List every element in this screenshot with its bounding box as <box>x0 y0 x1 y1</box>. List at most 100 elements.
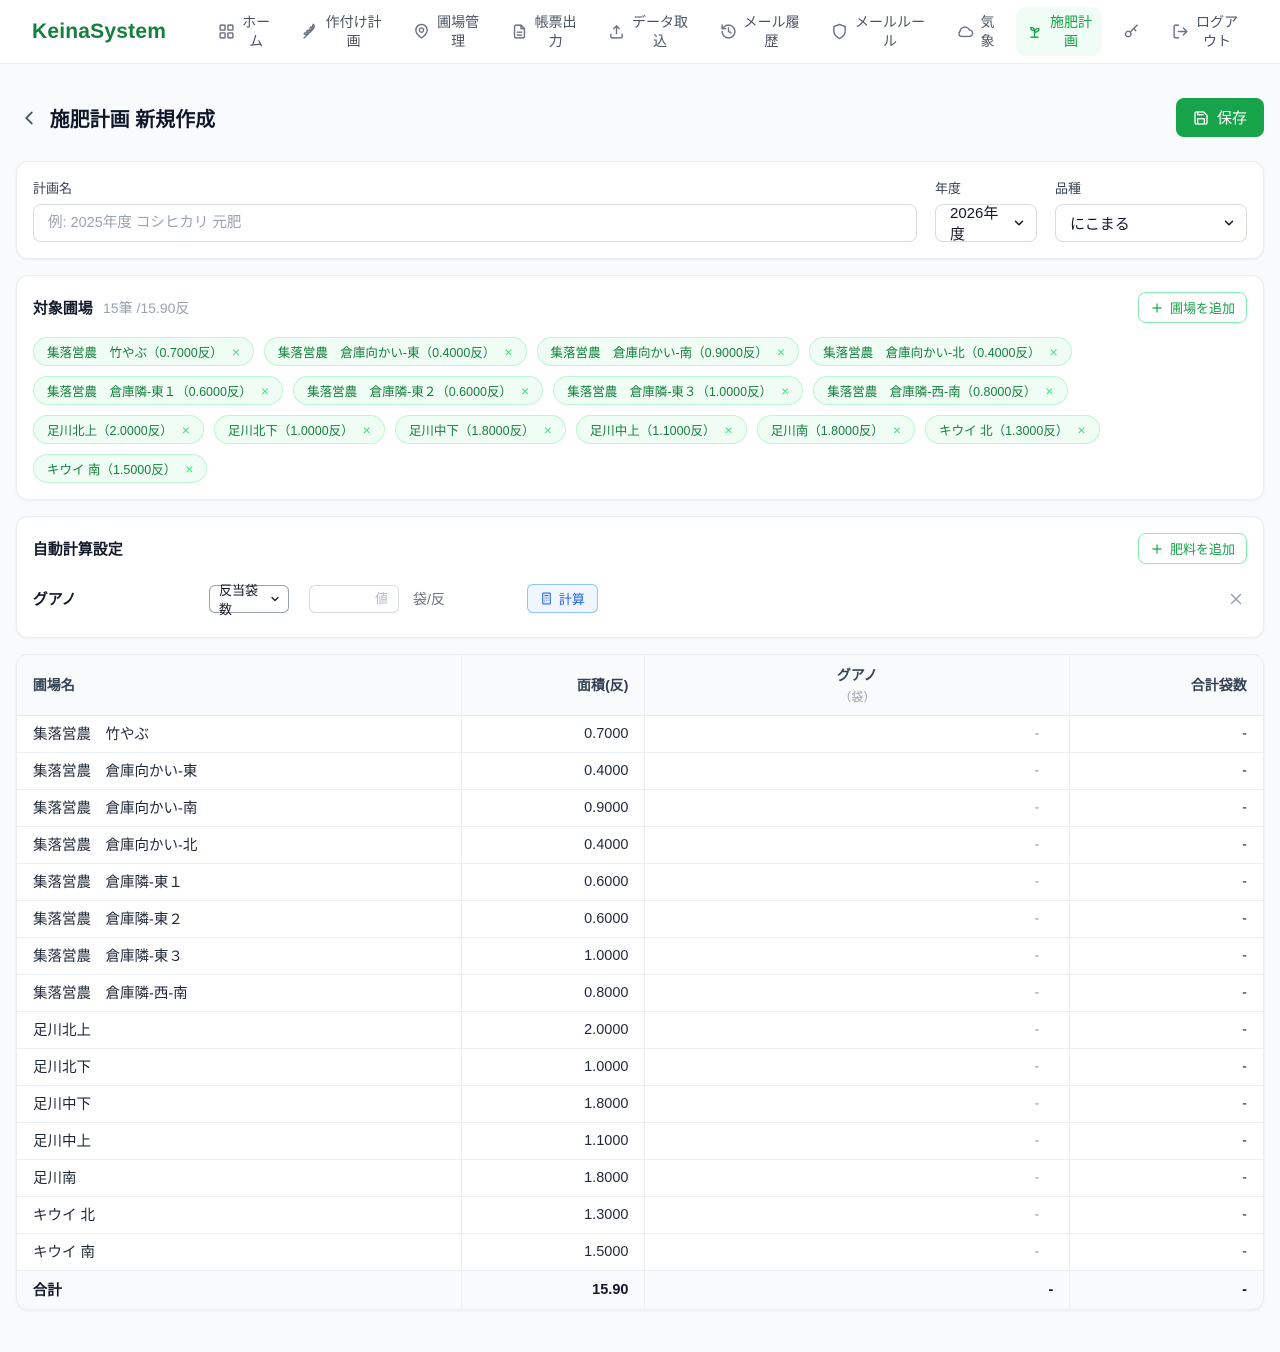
total-area: 15.90 <box>461 1270 645 1309</box>
nav-item-field-management[interactable]: 圃場管 理 <box>403 7 489 55</box>
cell-total-bags: - <box>1069 826 1263 864</box>
cell-total-bags: - <box>1069 974 1263 1012</box>
add-field-button-label: 圃場を追加 <box>1169 301 1235 316</box>
field-chip-label: 集落営農 倉庫隣-東３（1.0000反） <box>567 385 773 399</box>
nav-item-data-import[interactable]: データ取 込 <box>598 7 698 55</box>
year-select[interactable]: 2026年度 <box>935 204 1037 243</box>
chevron-down-icon <box>269 593 281 605</box>
chip-remove-icon[interactable]: × <box>182 423 190 437</box>
table-row: 足川北下 1.0000 - - <box>17 1048 1263 1086</box>
chip-remove-icon[interactable]: × <box>777 345 785 359</box>
nav-item-report-output[interactable]: 帳票出 力 <box>501 7 587 55</box>
calc-value-input[interactable] <box>309 584 399 613</box>
table-row: 足川中下 1.8000 - - <box>17 1085 1263 1123</box>
cell-field-name: キウイ 南 <box>17 1233 462 1271</box>
chip-remove-icon[interactable]: × <box>504 345 512 359</box>
save-button-label: 保存 <box>1216 110 1247 127</box>
plan-name-input[interactable] <box>33 204 917 242</box>
field-chip: 足川南（1.8000反） × <box>756 415 916 444</box>
nav-item-planting-plan[interactable]: 作付け計 画 <box>292 7 392 55</box>
chip-remove-icon[interactable]: × <box>893 423 901 437</box>
nav-item-mail-history[interactable]: メール履 歴 <box>710 7 810 55</box>
chip-remove-icon[interactable]: × <box>1045 384 1053 398</box>
cell-total-bags: - <box>1069 715 1263 753</box>
cell-area: 1.8000 <box>461 1085 645 1123</box>
field-chip-label: 足川中上（1.1000反） <box>589 424 716 438</box>
chip-remove-icon[interactable]: × <box>725 423 733 437</box>
field-chip-label: キウイ 北（1.3000反） <box>939 424 1069 438</box>
plan-name-label: 計画名 <box>33 181 73 196</box>
upload-icon <box>608 23 625 40</box>
cell-field-name: キウイ 北 <box>17 1196 462 1234</box>
table-row: 足川南 1.8000 - - <box>17 1159 1263 1197</box>
total-fertilizer: - <box>644 1270 1070 1309</box>
calculator-icon <box>540 592 553 605</box>
field-chip-label: 集落営農 倉庫隣-東１（0.6000反） <box>47 385 252 399</box>
cell-area: 0.7000 <box>461 715 645 753</box>
field-chip-label: 集落営農 倉庫向かい-北（0.4000反） <box>823 346 1041 360</box>
field-chip-label: 集落営農 竹やぶ（0.7000反） <box>47 346 223 360</box>
table-header-row: 圃場名 面積(反) グアノ （袋） 合計袋数 <box>17 655 1263 716</box>
table-row: 足川中上 1.1000 - - <box>17 1122 1263 1160</box>
page-title: 施肥計画 新規作成 <box>50 109 216 131</box>
save-button[interactable]: 保存 <box>1175 98 1264 137</box>
add-fertilizer-button[interactable]: 肥料を追加 <box>1137 533 1247 564</box>
cell-field-name: 足川中下 <box>17 1085 462 1123</box>
nav-item-home[interactable]: ホー ム <box>208 7 280 55</box>
chip-remove-icon[interactable]: × <box>781 384 789 398</box>
field-chip: キウイ 南（1.5000反） × <box>33 454 208 483</box>
nav-item-fertilization-plan[interactable]: 施肥計 画 <box>1015 7 1102 56</box>
wheat-icon <box>302 23 319 40</box>
field-chip-label: 集落営農 倉庫向かい-東（0.4000反） <box>277 346 496 360</box>
calc-mode-select[interactable]: 反当袋数 <box>209 583 289 617</box>
fields-table-card: 圃場名 面積(反) グアノ （袋） 合計袋数 集落営農 竹やぶ 0.7000 -… <box>16 654 1264 1310</box>
chip-remove-icon[interactable]: × <box>521 384 529 398</box>
chip-remove-icon[interactable]: × <box>363 423 371 437</box>
log-out-icon <box>1172 23 1189 40</box>
auto-calc-title: 自動計算設定 <box>33 541 124 558</box>
chip-remove-icon[interactable]: × <box>1050 345 1058 359</box>
cell-total-bags: - <box>1069 1011 1263 1049</box>
cell-fertilizer-bags: - <box>644 1159 1070 1197</box>
table-row: キウイ 北 1.3000 - - <box>17 1196 1263 1234</box>
field-chip: 足川北上（2.0000反） × <box>33 415 204 444</box>
cell-field-name: 足川北下 <box>17 1048 462 1086</box>
column-header-area: 面積(反) <box>461 655 645 716</box>
cell-field-name: 集落営農 倉庫隣-東１ <box>17 863 462 901</box>
cloud-icon <box>957 23 974 40</box>
chip-remove-icon[interactable]: × <box>261 384 269 398</box>
nav-item-label: 施肥計 画 <box>1049 14 1092 49</box>
remove-fertilizer-icon[interactable] <box>1225 588 1247 610</box>
nav-item-label: 作付け計 画 <box>325 14 382 49</box>
cell-total-bags: - <box>1069 1122 1263 1160</box>
auto-calc-card: 自動計算設定 肥料を追加 グアノ 反当袋数 袋/反 <box>16 516 1264 638</box>
table-row: 集落営農 倉庫向かい-南 0.9000 - - <box>17 789 1263 827</box>
nav-item-logout[interactable]: ログア ウト <box>1162 7 1248 55</box>
chip-remove-icon[interactable]: × <box>185 462 193 476</box>
chip-remove-icon[interactable]: × <box>544 423 552 437</box>
shield-icon <box>831 23 848 40</box>
add-field-button[interactable]: 圃場を追加 <box>1137 292 1247 323</box>
cell-area: 0.8000 <box>461 974 645 1012</box>
field-chip-label: キウイ 南（1.5000反） <box>47 463 177 477</box>
chip-remove-icon[interactable]: × <box>1077 423 1085 437</box>
nav-item-key[interactable] <box>1113 17 1150 46</box>
cell-area: 1.8000 <box>461 1159 645 1197</box>
cell-field-name: 足川北上 <box>17 1011 462 1049</box>
nav-item-weather[interactable]: 気 象 <box>947 7 1005 55</box>
field-chip: 足川中下（1.8000反） × <box>394 415 566 444</box>
table-row: キウイ 南 1.5000 - - <box>17 1233 1263 1271</box>
variety-label: 品種 <box>1055 181 1082 196</box>
chip-remove-icon[interactable]: × <box>232 345 240 359</box>
nav-item-label: メール履 歴 <box>743 14 800 49</box>
file-text-icon <box>511 23 528 40</box>
calculate-button[interactable]: 計算 <box>526 584 598 613</box>
nav-item-label: メールルー ル <box>855 14 926 49</box>
cell-fertilizer-bags: - <box>644 863 1070 901</box>
cell-fertilizer-bags: - <box>644 752 1070 790</box>
nav-item-mail-rules[interactable]: メールルー ル <box>821 7 935 55</box>
back-button[interactable] <box>16 105 42 131</box>
calculate-button-label: 計算 <box>558 592 585 607</box>
plus-icon <box>1150 542 1164 556</box>
variety-select[interactable]: にこまる <box>1055 204 1247 242</box>
